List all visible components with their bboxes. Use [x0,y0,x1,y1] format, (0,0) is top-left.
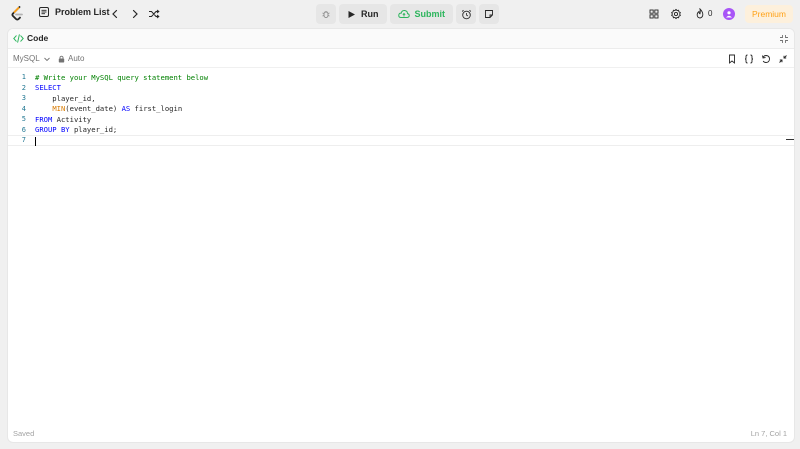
sql-function: MIN [52,104,66,114]
avatar[interactable] [723,8,735,20]
problem-list-label: Problem List [55,7,110,17]
code-line-6: 6 GROUP BY player_id; [8,125,794,136]
tab-code-label: Code [27,33,49,43]
code-editor[interactable]: 1 # Write your MySQL query statement bel… [8,72,794,412]
play-icon [348,10,355,18]
lock-icon [58,55,65,62]
tab-code[interactable]: Code [13,33,48,43]
code-panel: Code MySQL Auto 1 # Write your MySQL que… [7,28,795,443]
debug-icon [322,11,330,18]
code-text-highlighted: GROUP BY player_id; [35,125,118,135]
problem-list-button[interactable]: Problem List [39,7,110,17]
streak-count: 0 [708,9,713,18]
submit-button[interactable]: Submit [389,4,453,24]
minimap-indicator [786,139,794,140]
cursor-position[interactable]: Ln 7, Col 1 [751,429,787,438]
premium-label: Premium [751,9,786,19]
code-line-5: 5 FROM Activity [8,114,794,125]
language-label: MySQL [13,54,40,63]
chevron-down-icon [43,57,50,61]
line-number: 3 [21,94,26,103]
debug-button[interactable] [316,4,336,24]
line-number: 2 [21,83,26,92]
premium-button[interactable]: Premium [745,5,793,23]
code-line-3: 3 player_id, [8,93,794,104]
auto-label: Auto [68,54,85,63]
maximize-icon[interactable] [779,34,789,44]
line-number: 5 [21,115,26,124]
sql-keyword: FROM [35,114,53,124]
code-line-4: 4 MIN(event_date) AS first_login [8,104,794,115]
code-text: # Write your MySQL query statement below [35,72,209,82]
chevron-left-icon[interactable] [109,8,121,20]
bookmark-icon[interactable] [727,54,737,64]
sql-keyword: AS [121,104,131,114]
code-text: player_id, [35,93,96,103]
auto-mode[interactable]: Auto [58,54,84,63]
sql-keyword: GROUP BY [35,125,70,135]
code-text: SELECT [35,83,61,93]
alarm-icon [461,9,471,19]
run-label: Run [361,9,379,19]
streak-counter[interactable]: 0 [695,8,712,19]
editor-actions [727,54,788,64]
code-line-1: 1 # Write your MySQL query statement bel… [8,72,794,83]
collapse-icon[interactable] [778,54,788,64]
note-icon [485,10,493,18]
line-number: 6 [21,125,26,134]
saved-status: Saved [13,429,35,438]
braces-icon[interactable] [744,54,754,64]
user-icon [726,11,732,18]
cloud-upload-icon [397,9,410,18]
language-select[interactable]: MySQL [13,54,51,63]
list-icon [39,7,49,17]
chevron-right-icon[interactable] [129,8,141,20]
panel-header: Code [8,29,794,49]
shuffle-icon[interactable] [148,8,160,20]
status-bar: Saved Ln 7, Col 1 [8,424,794,442]
line-number: 1 [21,73,26,82]
layout-icon[interactable] [648,8,660,20]
code-text-highlighted: FROM Activity [35,114,92,124]
run-button[interactable]: Run [339,4,387,24]
timer-button[interactable] [456,4,476,24]
action-button-group: Run Submit [316,4,499,24]
editor-toolbar: MySQL Auto [8,50,794,68]
fire-icon [696,8,704,19]
code-line-7: 7 [8,135,794,146]
top-navbar: Problem List Run Submit 0 Premium [0,0,800,28]
logo-icon[interactable] [10,6,26,22]
submit-label: Submit [414,9,446,19]
line-number: 4 [21,104,26,113]
code-icon [13,33,24,43]
code-text-highlighted: MIN(event_date) AS first_login [52,104,183,114]
reset-icon[interactable] [761,54,771,64]
notes-button[interactable] [479,4,499,24]
text-cursor [35,137,36,146]
line-number: 7 [21,136,26,145]
gear-icon[interactable] [670,8,682,20]
code-line-2: 2 SELECT [8,83,794,94]
